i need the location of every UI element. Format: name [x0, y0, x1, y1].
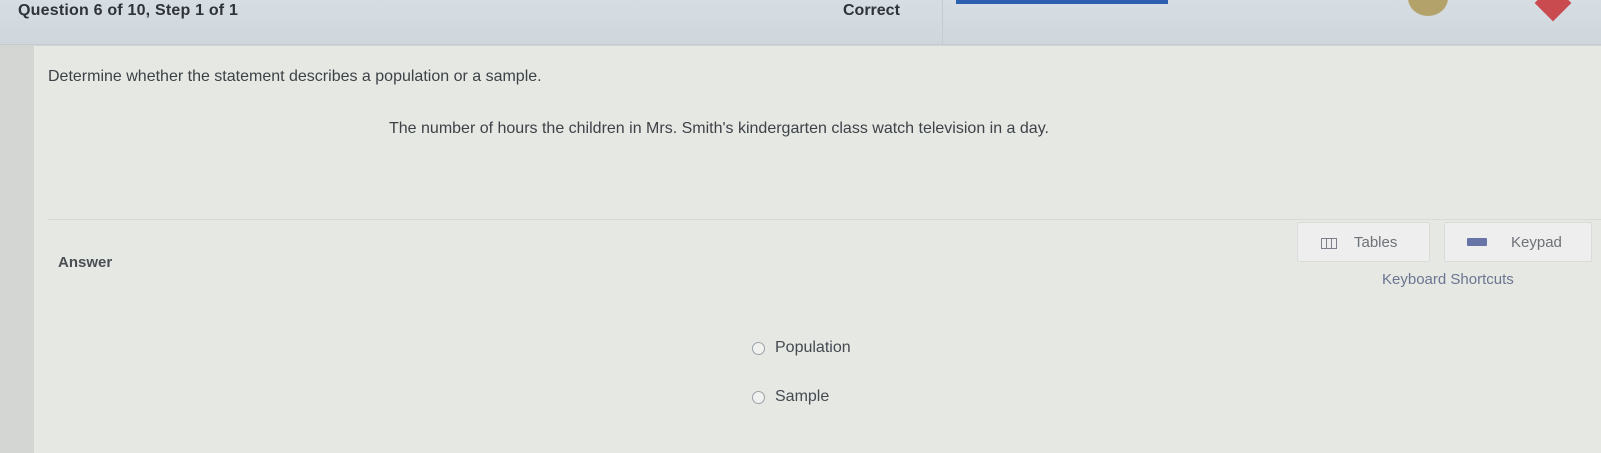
progress-bar: [956, 0, 1168, 4]
tables-button[interactable]: Tables: [1297, 222, 1430, 262]
keypad-icon: [1467, 238, 1487, 246]
question-prompt: Determine whether the statement describe…: [48, 68, 542, 85]
option-population-label: Population: [775, 339, 851, 356]
top-bar: Question 6 of 10, Step 1 of 1 Correct: [0, 0, 1601, 45]
table-icon: [1321, 238, 1337, 249]
option-population[interactable]: Population: [752, 339, 851, 357]
tables-label: Tables: [1354, 234, 1398, 251]
radio-population[interactable]: [752, 341, 765, 355]
keypad-button[interactable]: Keypad: [1444, 222, 1592, 262]
header-divider: [942, 0, 943, 44]
question-progress: Question 6 of 10, Step 1 of 1: [18, 2, 239, 19]
coin-icon: [1408, 0, 1448, 16]
section-divider: [48, 219, 1601, 220]
gem-icon: [1534, 0, 1572, 22]
answer-label: Answer: [58, 254, 113, 271]
keypad-label: Keypad: [1511, 234, 1562, 251]
option-sample-label: Sample: [775, 388, 830, 405]
status-label: Correct: [843, 2, 900, 19]
keyboard-shortcuts-link[interactable]: Keyboard Shortcuts: [1382, 271, 1514, 288]
radio-sample[interactable]: [752, 390, 765, 404]
question-statement: The number of hours the children in Mrs.…: [389, 120, 1049, 137]
option-sample[interactable]: Sample: [752, 388, 829, 406]
